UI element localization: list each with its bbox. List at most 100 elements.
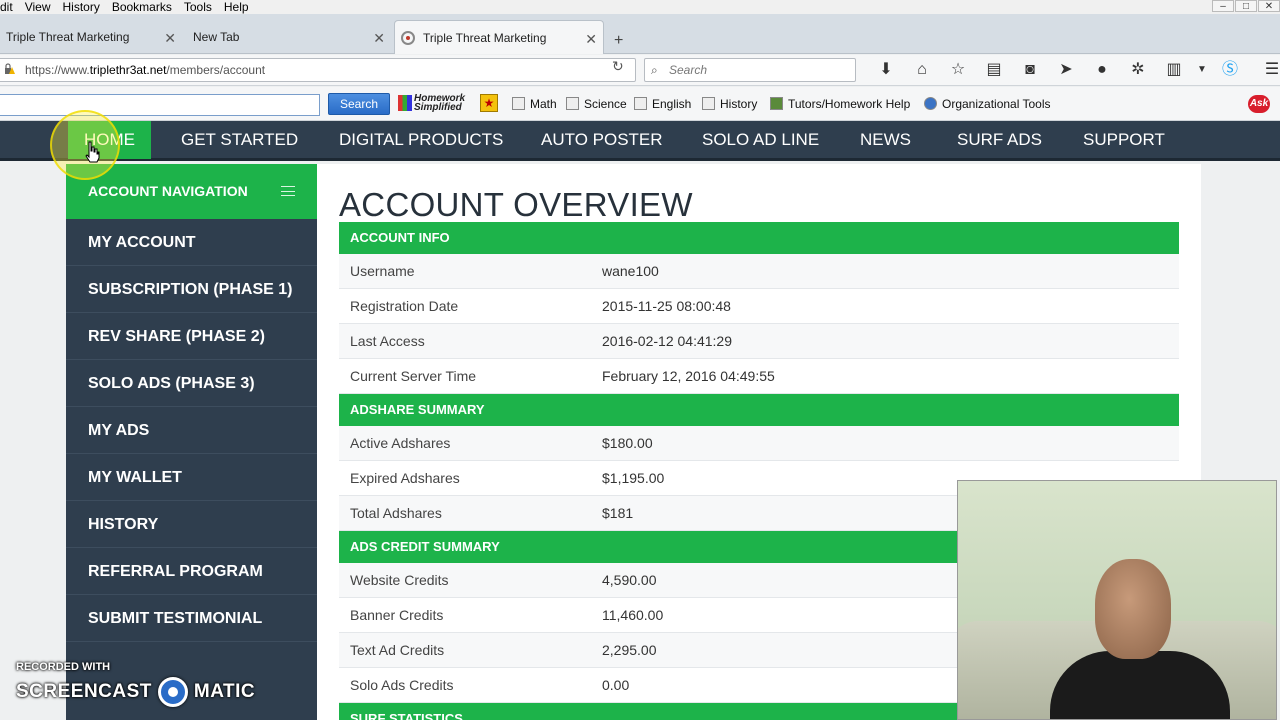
toolbar-search-input[interactable]: [0, 94, 320, 116]
flask-icon: [566, 97, 579, 110]
download-icon[interactable]: ⬇: [868, 59, 904, 81]
menu-history[interactable]: History: [56, 0, 105, 14]
url-bar[interactable]: https://www.triplethr3at.net/members/acc…: [0, 58, 636, 82]
sidebar-item-solo-ads[interactable]: SOLO ADS (PHASE 3): [66, 360, 317, 407]
watermark-recorded-with: RECORDED WITH: [16, 661, 111, 673]
row-label: Total Adshares: [350, 505, 442, 521]
row-label: Banner Credits: [350, 607, 444, 623]
bookmark-label: Organizational Tools: [942, 97, 1051, 111]
url-host: triplethr3at.net: [89, 63, 167, 77]
tab-bar: Triple Threat Marketing ✕ New Tab ✕ Trip…: [0, 14, 1280, 54]
sidebar-item-my-wallet[interactable]: MY WALLET: [66, 454, 317, 501]
bookmark-label: History: [720, 97, 758, 111]
screencast-watermark: RECORDED WITH SCREENCAST MATIC: [16, 661, 255, 707]
homework-simplified-logo[interactable]: Homework Simplified: [398, 94, 474, 113]
row-value: $1,195.00: [602, 470, 665, 486]
watermark-right: MATIC: [193, 681, 256, 702]
table-row: Current Server Time February 12, 2016 04:…: [339, 359, 1179, 394]
browser-search-input[interactable]: ⌕ Search: [644, 58, 856, 82]
table-row: Username wane100: [339, 254, 1179, 289]
minimize-icon[interactable]: –: [1212, 0, 1234, 12]
dropdown-arrow-icon[interactable]: ▼: [1192, 59, 1212, 81]
extension-icon[interactable]: ✲: [1120, 59, 1156, 81]
nav-solo-ad-line[interactable]: SOLO AD LINE: [702, 121, 819, 159]
nav-auto-poster[interactable]: AUTO POSTER: [541, 121, 663, 159]
bookmark-organizational-tools[interactable]: Organizational Tools: [924, 97, 1051, 111]
sidebar-item-rev-share[interactable]: REV SHARE (PHASE 2): [66, 313, 317, 360]
bookmark-history[interactable]: History: [702, 97, 757, 111]
sidebar-item-submit-testimonial[interactable]: SUBMIT TESTIMONIAL: [66, 595, 317, 642]
row-label: Website Credits: [350, 572, 449, 588]
nav-surf-ads[interactable]: SURF ADS: [957, 121, 1042, 159]
toolbar-search-button[interactable]: Search: [328, 93, 390, 115]
star-badge-icon[interactable]: ★: [480, 94, 498, 112]
bookmark-science[interactable]: Science: [566, 97, 627, 111]
watermark-logo: SCREENCAST MATIC: [16, 677, 255, 707]
sidebar-item-my-account[interactable]: MY ACCOUNT: [66, 219, 317, 266]
menu-tools[interactable]: Tools: [178, 0, 218, 14]
close-window-icon[interactable]: ✕: [1258, 0, 1280, 12]
bookmark-english[interactable]: English: [634, 97, 691, 111]
maximize-icon[interactable]: □: [1235, 0, 1257, 12]
tab-close-icon[interactable]: ✕: [373, 30, 385, 47]
chat-icon[interactable]: ●: [1084, 59, 1120, 81]
send-icon[interactable]: ➤: [1048, 59, 1084, 81]
row-label: Expired Adshares: [350, 470, 460, 486]
menu-edit[interactable]: dit: [0, 0, 19, 14]
skype-icon[interactable]: Ⓢ: [1212, 59, 1248, 81]
menu-help[interactable]: Help: [218, 0, 255, 14]
reload-icon[interactable]: ↻: [612, 58, 624, 75]
bookmark-star-icon[interactable]: ☆: [940, 59, 976, 81]
url-path: /members/account: [166, 63, 266, 77]
navigation-bar: https://www.triplethr3at.net/members/acc…: [0, 55, 1280, 86]
hamburger-icon[interactable]: [281, 186, 295, 196]
bookmark-tutors[interactable]: Tutors/Homework Help: [770, 97, 910, 111]
pocket-icon[interactable]: ◙: [1012, 59, 1048, 81]
account-info-rows: Username wane100 Registration Date 2015-11…: [339, 254, 1179, 394]
bookmark-label: English: [652, 97, 692, 111]
webcam-person-head: [1095, 559, 1171, 659]
nav-support[interactable]: SUPPORT: [1083, 121, 1165, 159]
account-navigation-panel: ACCOUNT NAVIGATION MY ACCOUNT SUBSCRIPTI…: [66, 164, 317, 720]
section-adshare-summary: ADSHARE SUMMARY: [339, 394, 1179, 426]
table-row: Registration Date 2015-11-25 08:00:48: [339, 289, 1179, 324]
home-icon[interactable]: ⌂: [904, 59, 940, 81]
chalkboard-icon: [770, 97, 783, 110]
watermark-left: SCREENCAST: [16, 681, 152, 702]
sidebar-item-subscription[interactable]: SUBSCRIPTION (PHASE 1): [66, 266, 317, 313]
table-row: Last Access 2016-02-12 04:41:29: [339, 324, 1179, 359]
row-value: 11,460.00: [602, 607, 664, 623]
nav-news[interactable]: NEWS: [860, 121, 911, 159]
tab-close-icon[interactable]: ✕: [585, 31, 597, 48]
menu-view[interactable]: View: [19, 0, 57, 14]
page-title: ACCOUNT OVERVIEW: [339, 186, 693, 223]
row-label: Active Adshares: [350, 435, 451, 451]
tab-label: Triple Threat Marketing: [6, 30, 130, 44]
tab-close-icon[interactable]: ✕: [164, 30, 176, 47]
clock-icon: [924, 97, 937, 110]
hand-cursor-icon: [85, 141, 100, 163]
nav-digital-products[interactable]: DIGITAL PRODUCTS: [339, 121, 503, 159]
warning-lock-icon[interactable]: [3, 63, 15, 75]
sidebar-item-referral-program[interactable]: REFERRAL PROGRAM: [66, 548, 317, 595]
reading-list-icon[interactable]: ▤: [976, 59, 1012, 81]
menu-bookmarks[interactable]: Bookmarks: [106, 0, 178, 14]
tab-triple-threat-1[interactable]: Triple Threat Marketing ✕: [0, 20, 182, 54]
row-label: Text Ad Credits: [350, 642, 445, 658]
window-controls: – □ ✕: [1211, 0, 1280, 14]
site-favicon-icon: [401, 30, 415, 45]
clipboard-icon[interactable]: ▥: [1156, 59, 1192, 81]
sidebar-item-my-ads[interactable]: MY ADS: [66, 407, 317, 454]
bookmark-math[interactable]: Math: [512, 97, 557, 111]
tab-triple-threat-active[interactable]: Triple Threat Marketing ✕: [394, 20, 604, 54]
ask-logo-icon[interactable]: Ask: [1248, 95, 1270, 113]
sidebar-item-history[interactable]: HISTORY: [66, 501, 317, 548]
new-tab-plus-icon[interactable]: +: [614, 32, 623, 50]
toolbar-icons: ⬇ ⌂ ☆ ▤ ◙ ➤ ● ✲ ▥ ▼ Ⓢ ☰: [868, 59, 1280, 81]
tab-new-tab[interactable]: New Tab ✕: [187, 20, 391, 54]
book-icon: [702, 97, 715, 110]
row-value: 4,590.00: [602, 572, 657, 588]
bookmark-label: Math: [530, 97, 557, 111]
hamburger-menu-icon[interactable]: ☰: [1254, 59, 1280, 81]
nav-get-started[interactable]: GET STARTED: [181, 121, 298, 159]
